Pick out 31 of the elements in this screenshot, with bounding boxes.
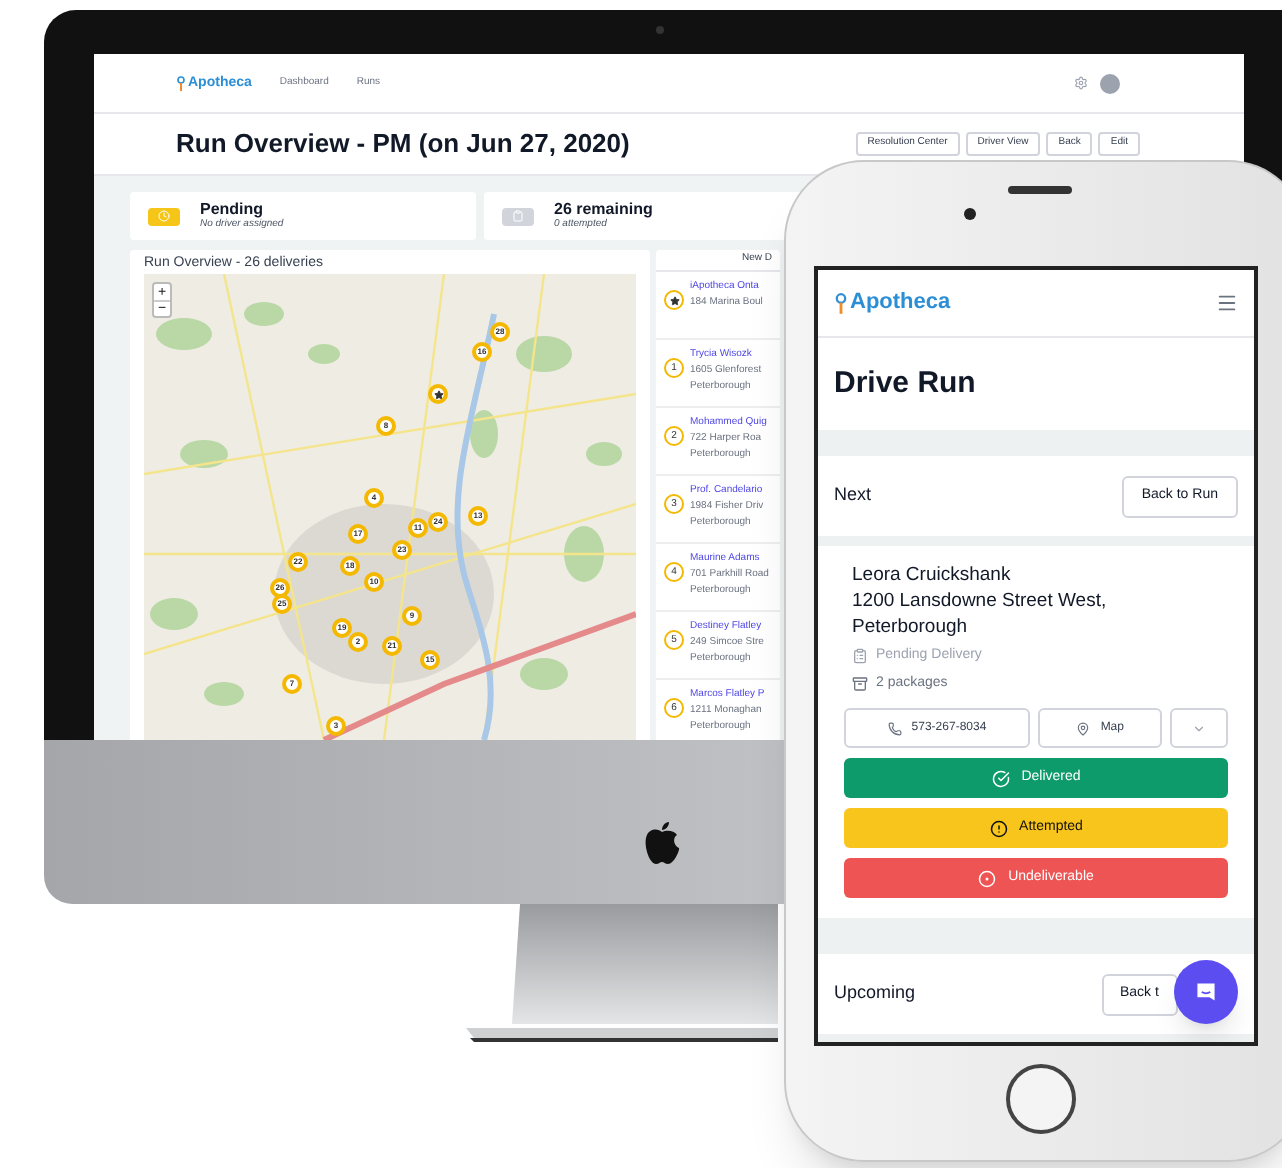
stat-title: 26 remaining xyxy=(554,202,653,218)
section-title: Next xyxy=(834,482,872,509)
page-title: Run Overview - PM (on Jun 27, 2020) xyxy=(176,126,630,163)
chevron-down-icon xyxy=(1192,721,1207,735)
dot-circle-icon xyxy=(978,869,997,887)
apple-icon xyxy=(640,820,684,868)
star-icon xyxy=(433,389,443,399)
pin-icon xyxy=(176,75,186,91)
map-pin-icon xyxy=(1076,721,1091,735)
chat-icon xyxy=(1194,980,1218,1004)
stat-title: Pending xyxy=(200,202,266,218)
front-camera xyxy=(964,208,976,220)
settings-icon[interactable] xyxy=(1074,76,1088,90)
pin-icon xyxy=(834,291,848,315)
recipient-name: Leora Cruickshank xyxy=(852,562,1013,588)
clipboard-icon xyxy=(512,210,524,222)
home-button[interactable] xyxy=(1006,1064,1076,1134)
section-title: Upcoming xyxy=(834,980,916,1007)
phone-icon xyxy=(887,721,902,735)
exclamation-circle-icon xyxy=(989,819,1008,837)
page-title: Drive Run xyxy=(834,363,976,404)
clock-icon xyxy=(158,210,170,222)
speaker-grille xyxy=(1008,186,1072,194)
menu-icon[interactable] xyxy=(1216,292,1238,314)
clipboard-icon xyxy=(852,648,868,665)
check-circle-icon xyxy=(991,769,1010,787)
avatar[interactable] xyxy=(1100,73,1120,93)
star-icon xyxy=(669,295,679,305)
logo-text: Apotheca xyxy=(850,292,951,314)
delivery-address: 1200 Lansdowne Street West, Peterborough xyxy=(852,588,1109,640)
archive-icon xyxy=(852,675,868,692)
